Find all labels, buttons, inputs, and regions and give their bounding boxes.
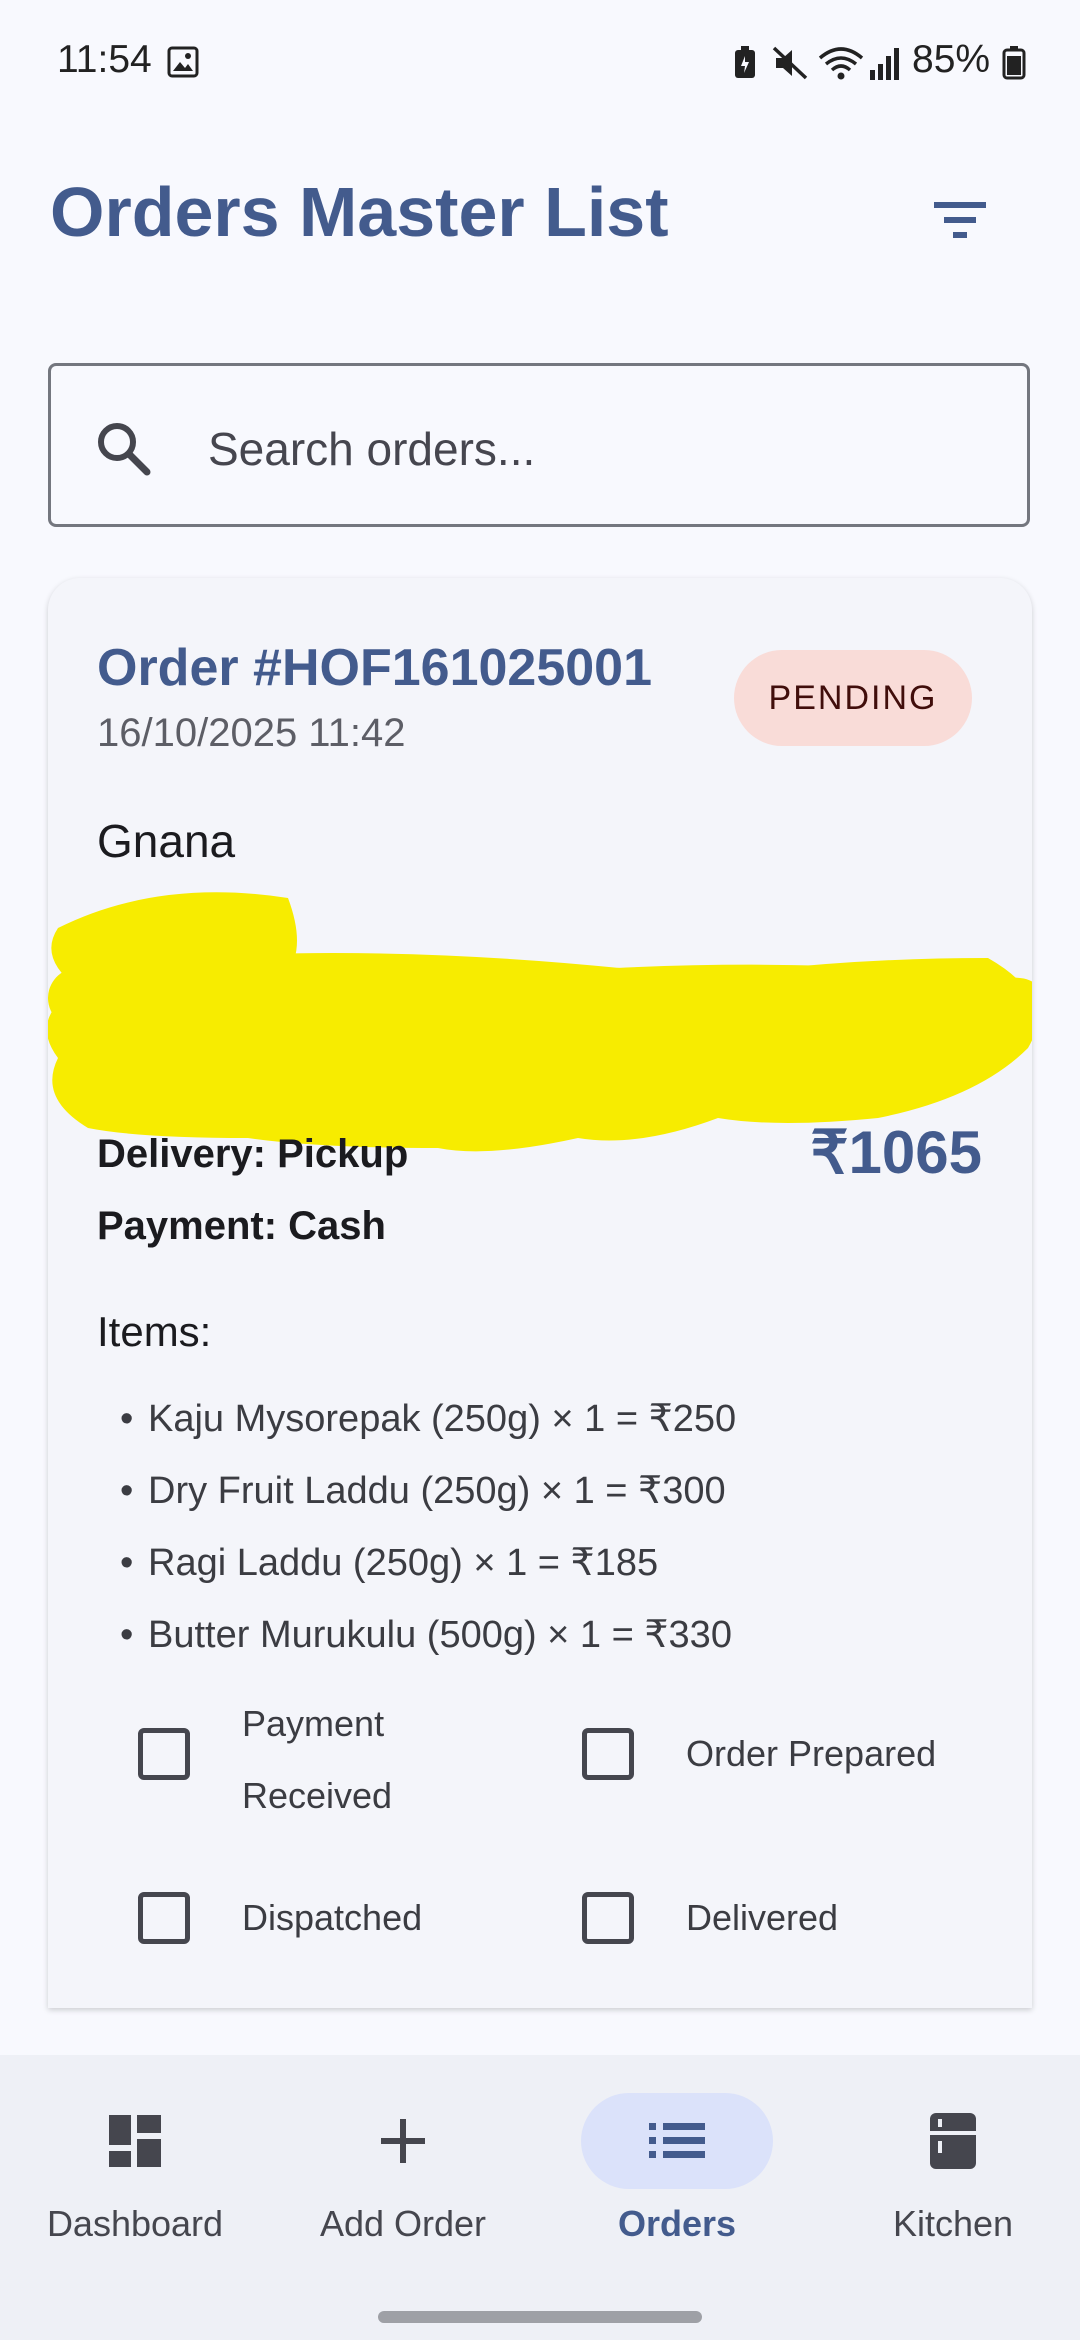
nav-label: Add Order <box>319 2203 487 2244</box>
search-field[interactable] <box>48 363 1030 527</box>
item-text: Kaju Mysorepak (250g) × 1 = ₹250 <box>148 1398 737 1440</box>
battery-percent: 85% <box>912 38 991 81</box>
nav-label: Kitchen <box>892 2203 1014 2244</box>
items-heading: Items: <box>97 1308 212 1355</box>
mute-icon <box>772 46 808 80</box>
checkbox-box[interactable] <box>138 1892 190 1944</box>
filter-button[interactable] <box>920 180 1000 260</box>
battery-icon <box>1002 46 1026 80</box>
checkbox-label: Dispatched <box>242 1897 423 1938</box>
order-datetime: 16/10/2025 11:42 <box>97 711 406 755</box>
search-icon <box>98 423 151 476</box>
order-total: ₹1065 <box>810 1119 982 1186</box>
status-badge: PENDING <box>734 650 972 746</box>
image-notification-icon <box>167 46 199 78</box>
list-item: • Dry Fruit Laddu (250g) × 1 = ₹300 <box>120 1470 726 1512</box>
checkbox-box[interactable] <box>582 1892 634 1944</box>
dashboard-icon <box>109 2115 161 2167</box>
order-card[interactable]: Order #HOF161025001 16/10/2025 11:42 PEN… <box>48 578 1032 2008</box>
nav-icon-container <box>581 2093 773 2189</box>
nav-item-orders[interactable]: Orders <box>542 2055 812 2265</box>
order-id: Order #HOF161025001 <box>97 639 653 697</box>
list-item: • Ragi Laddu (250g) × 1 = ₹185 <box>120 1542 659 1584</box>
wifi-icon <box>818 47 864 80</box>
nav-item-kitchen[interactable]: Kitchen <box>818 2055 1080 2265</box>
filter-icon <box>934 202 986 238</box>
status-time: 11:54 <box>57 38 152 81</box>
kitchen-icon <box>930 2113 976 2169</box>
delivery-method: Delivery: Pickup <box>97 1132 409 1176</box>
battery-saver-icon <box>735 46 755 78</box>
item-text: Ragi Laddu (250g) × 1 = ₹185 <box>148 1542 659 1584</box>
nav-label: Dashboard <box>46 2203 224 2244</box>
checkbox-label: Delivered <box>686 1897 839 1938</box>
page-title: Orders Master List <box>50 173 669 251</box>
nav-icon-container <box>39 2093 231 2189</box>
checkbox-label: Received <box>242 1775 393 1816</box>
nav-label: Orders <box>617 2203 737 2244</box>
nav-icon-container <box>307 2093 499 2189</box>
list-icon <box>649 2123 705 2158</box>
home-indicator[interactable] <box>378 2311 702 2323</box>
item-text: Dry Fruit Laddu (250g) × 1 = ₹300 <box>148 1470 726 1512</box>
redaction-scribble <box>48 892 1032 1152</box>
checkbox-box[interactable] <box>138 1728 190 1780</box>
bottom-navigation: Dashboard Add Order Orders Kitchen <box>0 2055 1080 2340</box>
checkbox-label: Payment <box>242 1703 385 1744</box>
nav-icon-container <box>857 2093 1049 2189</box>
list-item: • Kaju Mysorepak (250g) × 1 = ₹250 <box>120 1398 737 1440</box>
signal-icon <box>870 48 899 80</box>
nav-item-add-order[interactable]: Add Order <box>268 2055 538 2265</box>
nav-item-dashboard[interactable]: Dashboard <box>0 2055 270 2265</box>
payment-method: Payment: Cash <box>97 1204 386 1248</box>
item-text: Butter Murukulu (500g) × 1 = ₹330 <box>148 1614 732 1656</box>
search-input[interactable] <box>206 406 970 492</box>
plus-icon <box>381 2119 425 2163</box>
list-item: • Butter Murukulu (500g) × 1 = ₹330 <box>120 1614 732 1656</box>
checkbox-box[interactable] <box>582 1728 634 1780</box>
checkbox-label: Order Prepared <box>686 1733 937 1774</box>
